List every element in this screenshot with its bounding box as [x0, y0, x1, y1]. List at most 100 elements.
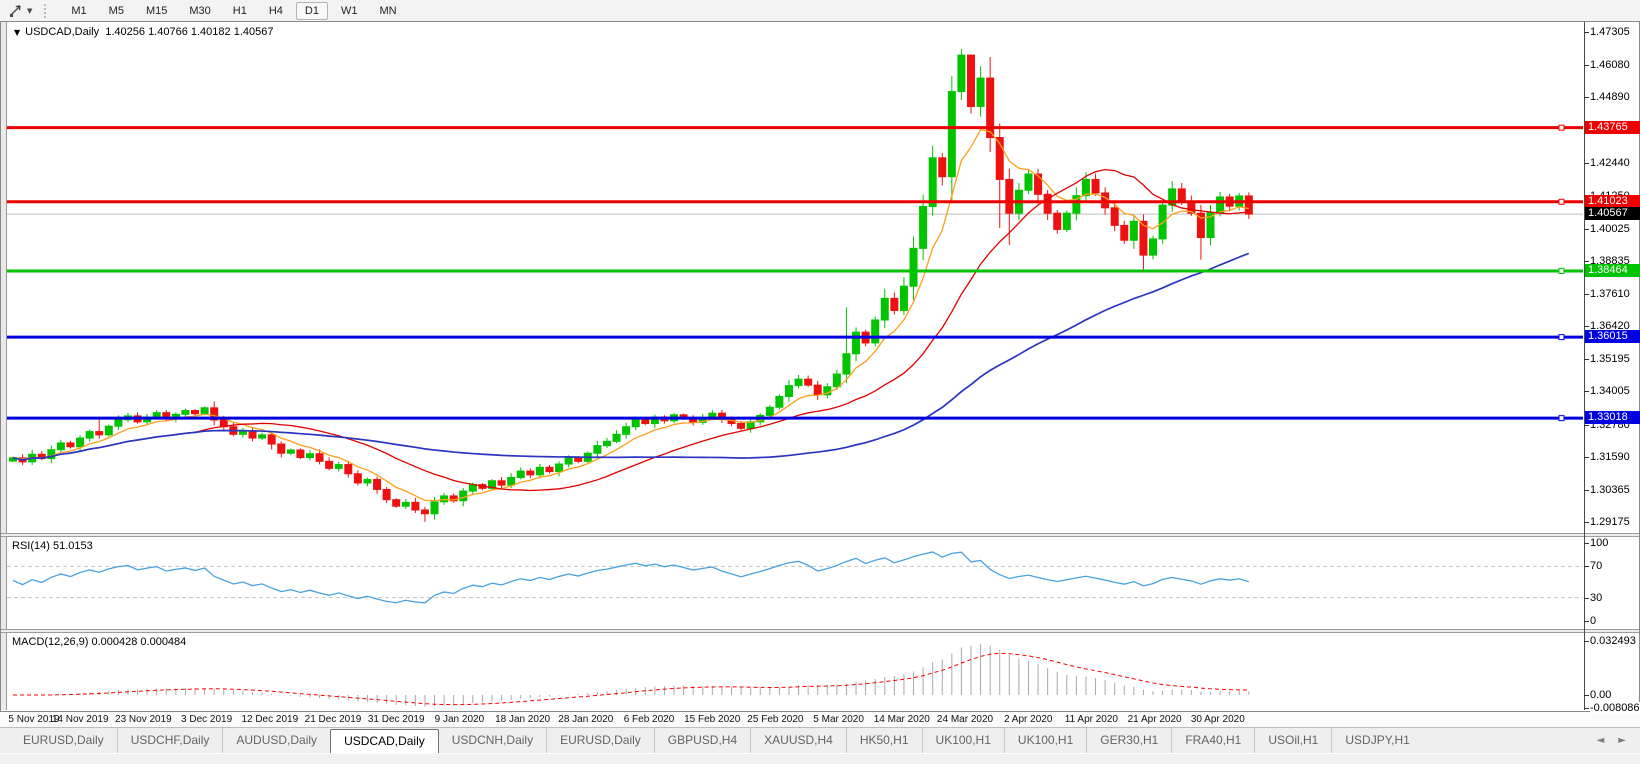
price-axis-tick	[1584, 65, 1589, 66]
chart-tab-usdchf-daily[interactable]: USDCHF,Daily	[117, 728, 223, 753]
timeframe-button-m5[interactable]: M5	[100, 2, 133, 20]
moving-average-55	[13, 253, 1249, 459]
price-axis-tick-label: 1.44890	[1590, 91, 1632, 103]
chart-tab-usoil-h1[interactable]: USOil,H1	[1254, 728, 1331, 753]
date-label: 15 Feb 2020	[684, 714, 740, 725]
price-axis-tick-label: 1.35195	[1590, 353, 1632, 365]
macd-scale-label: 0.032493	[1590, 635, 1638, 647]
macd-indicator-panel[interactable]	[7, 633, 1583, 710]
price-axis-tick	[1584, 425, 1589, 426]
chart-dropdown-icon[interactable]: ▼	[14, 28, 20, 37]
price-axis-tick-label: 1.40025	[1590, 223, 1632, 235]
date-label: 23 Nov 2019	[115, 714, 172, 725]
price-axis-tick-label: 1.34005	[1590, 385, 1632, 397]
date-label: 9 Jan 2020	[435, 714, 485, 725]
chart-tab-usdcnh-daily[interactable]: USDCNH,Daily	[439, 728, 546, 753]
tab-scroll-left-icon[interactable]: ◄	[1597, 735, 1605, 746]
date-label: 21 Apr 2020	[1128, 714, 1182, 725]
rsi-scale-label: 0	[1590, 615, 1598, 627]
macd-scale-tick	[1584, 641, 1589, 642]
price-axis-tick	[1584, 32, 1589, 33]
chart-symbol: USDCAD,Daily	[25, 26, 99, 38]
date-label: 18 Jan 2020	[495, 714, 550, 725]
draw-tool-icon[interactable]	[6, 3, 24, 19]
rsi-scale-label: 70	[1590, 560, 1604, 572]
chart-tab-usdjpy-h1[interactable]: USDJPY,H1	[1331, 728, 1422, 753]
price-axis-tick	[1584, 490, 1589, 491]
line-handle	[1559, 125, 1564, 130]
price-badge-1.33018: 1.33018	[1585, 411, 1640, 424]
chart-title: ▼ USDCAD,Daily 1.40256 1.40766 1.40182 1.…	[14, 26, 273, 38]
macd-scale-tick	[1584, 695, 1589, 696]
price-axis-tick-label: 1.42440	[1590, 157, 1632, 169]
rsi-label: RSI(14) 51.0153	[12, 540, 93, 552]
timeframe-button-h4[interactable]: H4	[260, 2, 292, 20]
main-price-chart[interactable]	[7, 22, 1583, 533]
rsi-scale-tick	[1584, 598, 1589, 599]
price-axis-tick-label: 1.31590	[1590, 451, 1632, 463]
draw-tool-caret-icon[interactable]: ▼	[27, 7, 32, 15]
price-axis-tick	[1584, 522, 1589, 523]
price-axis-tick	[1584, 326, 1589, 327]
timeframe-button-h1[interactable]: H1	[224, 2, 256, 20]
price-axis-tick-label: 1.29175	[1590, 516, 1632, 528]
rsi-scale-tick	[1584, 621, 1589, 622]
chart-tab-uk100-h1[interactable]: UK100,H1	[1004, 728, 1086, 753]
chart-tab-eurusd-daily[interactable]: EURUSD,Daily	[10, 728, 117, 753]
timeframe-button-m30[interactable]: M30	[180, 2, 219, 20]
chart-tab-usdcad-daily[interactable]: USDCAD,Daily	[330, 729, 439, 753]
price-axis-tick	[1584, 261, 1589, 262]
price-badge-1.43765: 1.43765	[1585, 121, 1640, 134]
candles-group	[10, 49, 1253, 522]
price-axis-tick	[1584, 391, 1589, 392]
date-label: 11 Apr 2020	[1065, 714, 1118, 725]
price-badge-1.36015: 1.36015	[1585, 330, 1640, 343]
price-axis-tick	[1584, 457, 1589, 458]
time-axis: 5 Nov 201914 Nov 201923 Nov 20193 Dec 20…	[0, 712, 1640, 727]
toolbar: ▼ M1 M5M15M30 H1H4D1W1MN	[0, 0, 1640, 22]
tab-scroll-arrows: ◄►	[1597, 728, 1640, 753]
price-axis-tick	[1584, 97, 1589, 98]
price-badge-1.41023: 1.41023	[1585, 195, 1640, 208]
macd-scale-label: 0.00	[1590, 689, 1613, 701]
price-axis-tick	[1584, 359, 1589, 360]
timeframe-button-w1[interactable]: W1	[332, 2, 367, 20]
rsi-line	[13, 552, 1249, 603]
price-axis-tick-label: 1.46080	[1590, 59, 1632, 71]
timeframe-buttons: M1 M5M15M30 H1H4D1W1MN	[60, 2, 407, 20]
chart-tab-audusd-daily[interactable]: AUDUSD,Daily	[222, 728, 330, 753]
date-label: 28 Jan 2020	[558, 714, 613, 725]
rsi-scale-label: 100	[1590, 537, 1610, 549]
chart-tab-uk100-h1[interactable]: UK100,H1	[922, 728, 1004, 753]
rsi-panel-splitter[interactable]	[1, 533, 1639, 537]
macd-histogram	[13, 644, 1249, 707]
rsi-scale-tick	[1584, 566, 1589, 567]
chart-tab-eurusd-daily[interactable]: EURUSD,Daily	[546, 728, 654, 753]
price-axis-tick	[1584, 163, 1589, 164]
toolbar-grip[interactable]	[44, 4, 50, 18]
rsi-scale-label: 30	[1590, 592, 1604, 604]
timeframe-button-d1[interactable]: D1	[296, 2, 328, 20]
date-label: 21 Dec 2019	[305, 714, 362, 725]
rsi-indicator-panel[interactable]	[7, 537, 1583, 629]
timeframe-button-m15[interactable]: M15	[137, 2, 176, 20]
price-badge-1.38464: 1.38464	[1585, 264, 1640, 277]
timeframe-button-m1[interactable]: M1	[62, 2, 95, 20]
tab-scroll-right-icon[interactable]: ►	[1618, 735, 1626, 746]
price-axis-tick-label: 1.37610	[1590, 288, 1632, 300]
timeframe-button-mn[interactable]: MN	[370, 2, 405, 20]
date-label: 31 Dec 2019	[368, 714, 425, 725]
date-label: 6 Feb 2020	[624, 714, 675, 725]
chart-tab-gbpusd-h4[interactable]: GBPUSD,H4	[654, 728, 750, 753]
date-label: 3 Dec 2019	[181, 714, 232, 725]
price-badge-1.40567: 1.40567	[1585, 207, 1640, 220]
chart-tab-ger30-h1[interactable]: GER30,H1	[1086, 728, 1171, 753]
chart-tab-hk50-h1[interactable]: HK50,H1	[846, 728, 922, 753]
macd-panel-splitter[interactable]	[1, 629, 1639, 633]
chart-ohlc-values: 1.40256 1.40766 1.40182 1.40567	[105, 26, 273, 38]
date-label: 5 Mar 2020	[813, 714, 864, 725]
bottom-strip	[0, 753, 1640, 764]
mt4-window: ▼ M1M5M15M30H1H4D1W1MN 1.473051.460801.4…	[0, 0, 1640, 764]
chart-tab-fra40-h1[interactable]: FRA40,H1	[1171, 728, 1254, 753]
chart-tab-xauusd-h4[interactable]: XAUUSD,H4	[750, 728, 846, 753]
